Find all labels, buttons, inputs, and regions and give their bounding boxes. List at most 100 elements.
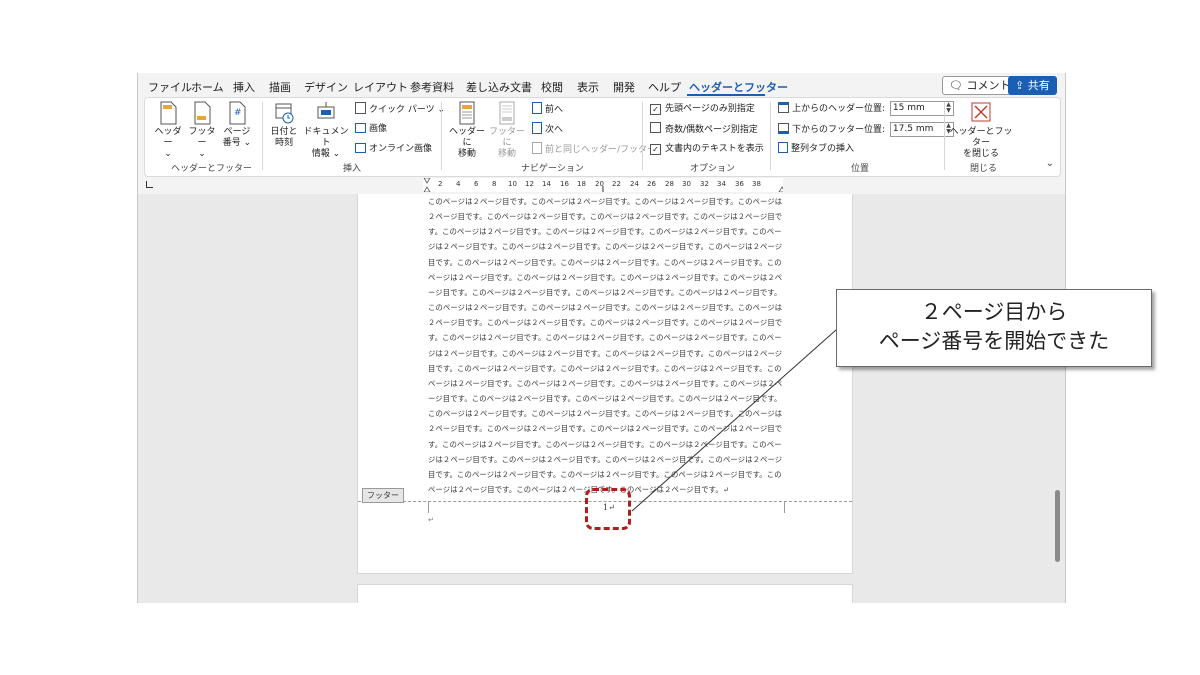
page-number-label-line2: 番号 — [222, 138, 241, 148]
vertical-scrollbar-thumb[interactable] — [1055, 490, 1060, 562]
goto-footer-label-line1: フッターに — [488, 127, 525, 148]
ruler-tick: 12 — [525, 180, 534, 188]
different-first-page-checkbox[interactable]: ✓ 先頭ページのみ別指定 — [650, 102, 755, 116]
ruler-tick: 38 — [752, 180, 761, 188]
collapse-ribbon-chevron-icon[interactable]: ⌄ — [1046, 158, 1054, 169]
show-document-text-label: 文書内のテキストを表示 — [665, 144, 764, 154]
goto-header-button[interactable]: ヘッダーに 移動 — [447, 101, 487, 160]
tab-layout[interactable]: レイアウト — [353, 79, 408, 95]
ribbon: ヘッダー ⌄ フッター ⌄ # ページ 番号 ⌄ ヘッダーとフッター 日付と 時… — [144, 97, 1061, 177]
online-picture-icon — [355, 143, 366, 153]
next-document-page[interactable] — [357, 584, 853, 603]
tab-insert[interactable]: 挿入 — [233, 79, 255, 95]
date-time-button[interactable]: 日付と 時刻 — [269, 101, 299, 149]
ruler-tick: 32 — [700, 180, 709, 188]
ruler-tick: 18 — [577, 180, 586, 188]
page-number-highlight — [585, 488, 631, 530]
tab-home[interactable]: ホーム — [191, 79, 224, 95]
ruler-tick: 16 — [560, 180, 569, 188]
ruler-row: 2 4 6 8 10 12 14 16 18 20 22 24 26 28 30… — [138, 176, 1065, 194]
picture-button[interactable]: 画像 — [355, 122, 387, 136]
active-tab-indicator — [687, 94, 765, 96]
comment-label: コメント — [966, 79, 1011, 92]
tab-design[interactable]: デザイン — [304, 79, 348, 95]
ruler-tick: 14 — [542, 180, 551, 188]
ruler-tick: 26 — [647, 180, 656, 188]
annotation-callout: ２ページ目から ページ番号を開始できた — [836, 289, 1152, 367]
goto-header-icon — [459, 101, 475, 125]
group-label-position: 位置 — [851, 164, 870, 174]
group-label-close: 閉じる — [970, 164, 998, 174]
comment-button[interactable]: 🗨 コメント — [942, 76, 1018, 95]
quick-parts-button[interactable]: クイック パーツ ⌄ — [355, 102, 445, 117]
share-button[interactable]: ⇪ 共有 — [1008, 76, 1057, 95]
header-label: ヘッダー — [154, 127, 182, 148]
callout-line-2: ページ番号を開始できた — [878, 329, 1110, 353]
footer-label: フッター — [188, 127, 216, 148]
group-label-options: オプション — [690, 164, 736, 174]
paragraph-mark: ↵ — [428, 516, 434, 524]
online-picture-button[interactable]: オンライン画像 — [355, 142, 432, 156]
quick-parts-icon — [355, 102, 366, 114]
different-odd-even-checkbox[interactable]: 奇数/偶数ページ別指定 — [650, 122, 758, 137]
page-number-button[interactable]: # ページ 番号 ⌄ — [221, 101, 253, 149]
ruler-tick: 22 — [612, 180, 621, 188]
picture-icon — [355, 123, 366, 133]
body-text[interactable]: このページは２ページ目です。このページは２ページ目です。このページは２ページ目で… — [428, 194, 784, 497]
header-position-icon — [778, 102, 789, 113]
footer-position-icon — [778, 123, 789, 134]
group-separator — [770, 102, 771, 170]
tab-selector-icon[interactable] — [146, 181, 153, 188]
ruler-tick: 10 — [508, 180, 517, 188]
svg-text:#: # — [234, 108, 242, 118]
page-number-icon: # — [229, 101, 246, 125]
tab-draw[interactable]: 描画 — [269, 79, 291, 95]
tab-view[interactable]: 表示 — [577, 79, 599, 95]
document-info-label-line1: ドキュメント — [303, 127, 349, 148]
tab-mailings[interactable]: 差し込み文書 — [466, 79, 532, 95]
tab-developer[interactable]: 開発 — [613, 79, 635, 95]
page-number-label-line1: ページ — [223, 127, 251, 137]
different-first-page-label: 先頭ページのみ別指定 — [665, 104, 755, 114]
tab-file[interactable]: ファイル — [148, 79, 192, 95]
alignment-tab-icon — [778, 142, 788, 153]
ruler-tick: 34 — [717, 180, 726, 188]
show-document-text-checkbox[interactable]: ✓ 文書内のテキストを表示 — [650, 142, 764, 156]
footer-button[interactable]: フッター ⌄ — [187, 101, 217, 160]
group-label-header-footer: ヘッダーとフッター — [171, 164, 253, 174]
footer-position-control: 下からのフッター位置: 17.5 mm ▲ ▼ — [778, 122, 954, 137]
ruler-tick: 8 — [492, 180, 497, 188]
next-button[interactable]: 次へ — [532, 122, 563, 137]
ruler-tick: 6 — [474, 180, 479, 188]
date-time-label-line1: 日付と — [270, 127, 298, 137]
ruler-tick: 28 — [665, 180, 674, 188]
chevron-down-icon: ⌄ — [164, 149, 172, 159]
tab-header-footer[interactable]: ヘッダーとフッター — [689, 79, 788, 95]
insert-alignment-tab-button[interactable]: 整列タブの挿入 — [778, 142, 854, 156]
ruler-tick: 2 — [438, 180, 443, 188]
horizontal-ruler[interactable]: 2 4 6 8 10 12 14 16 18 20 22 24 26 28 30… — [423, 178, 783, 192]
goto-footer-icon — [499, 101, 515, 125]
margin-mark-left — [428, 501, 429, 513]
footer-position-label: 下からのフッター位置: — [792, 125, 886, 135]
date-time-label-line2: 時刻 — [274, 138, 293, 148]
header-button[interactable]: ヘッダー ⌄ — [153, 101, 183, 160]
chevron-down-icon: ⌄ — [329, 149, 341, 159]
tab-review[interactable]: 校閲 — [541, 79, 563, 95]
previous-button[interactable]: 前へ — [532, 102, 563, 117]
tab-references[interactable]: 参考資料 — [410, 79, 454, 95]
close-header-footer-button[interactable]: ヘッダーとフッター を閉じる — [947, 101, 1015, 160]
group-separator — [262, 102, 263, 170]
insert-alignment-tab-label: 整列タブの挿入 — [791, 144, 855, 154]
link-to-previous-button[interactable]: 前と同じヘッダー/フッター — [532, 142, 656, 157]
footer-tag: フッター — [362, 488, 404, 503]
goto-footer-button[interactable]: フッターに 移動 — [487, 101, 527, 160]
tab-help[interactable]: ヘルプ — [648, 79, 681, 95]
quick-parts-label: クイック パーツ — [369, 105, 435, 115]
document-info-button[interactable]: ドキュメント 情報 ⌄ — [303, 101, 349, 160]
next-icon — [532, 122, 542, 134]
next-label: 次へ — [545, 125, 564, 135]
chevron-down-icon: ⌄ — [198, 149, 206, 159]
chevron-down-icon: ⌄ — [434, 105, 446, 115]
goto-header-label-line1: ヘッダーに — [448, 127, 485, 148]
